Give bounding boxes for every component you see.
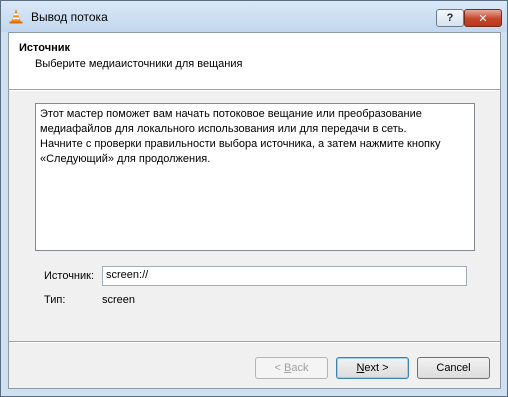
back-button-label: ack	[291, 362, 309, 374]
description-line: Этот мастер поможет вам начать потоковое…	[40, 108, 422, 120]
source-input[interactable]: screen://	[102, 266, 467, 286]
title-bar[interactable]: Вывод потока ? ✕	[1, 1, 507, 32]
next-button-label: ext >	[364, 362, 389, 374]
description-line: «Следующий» для продолжения.	[40, 153, 211, 165]
back-button-prefix: <	[274, 362, 284, 374]
back-button[interactable]: < Back	[255, 357, 328, 379]
description-line: медиафайлов для локального использования…	[40, 123, 407, 135]
type-label: Тип:	[44, 294, 66, 306]
help-button[interactable]: ?	[436, 9, 464, 27]
stream-output-dialog: Вывод потока ? ✕ Источник Выберите медиа…	[0, 0, 508, 397]
next-button[interactable]: Next >	[336, 357, 409, 379]
wizard-header: Источник Выберите медиаисточники для вещ…	[9, 33, 500, 89]
description-line: Начните с проверки правильности выбора и…	[40, 138, 441, 150]
close-button[interactable]: ✕	[464, 9, 502, 27]
vlc-cone-icon	[9, 9, 23, 24]
page-subtitle: Выберите медиаисточники для вещания	[35, 58, 243, 70]
close-icon: ✕	[478, 12, 488, 25]
window-title: Вывод потока	[31, 10, 108, 24]
source-label: Источник:	[44, 270, 95, 282]
cancel-button[interactable]: Cancel	[417, 357, 490, 379]
footer-divider	[9, 341, 500, 343]
type-value: screen	[102, 294, 136, 306]
header-divider	[9, 89, 500, 91]
help-icon: ?	[446, 12, 454, 24]
description-text: Этот мастер поможет вам начать потоковое…	[35, 103, 475, 251]
page-title: Источник	[19, 42, 71, 54]
wizard-page: Источник Выберите медиаисточники для вещ…	[8, 32, 501, 389]
